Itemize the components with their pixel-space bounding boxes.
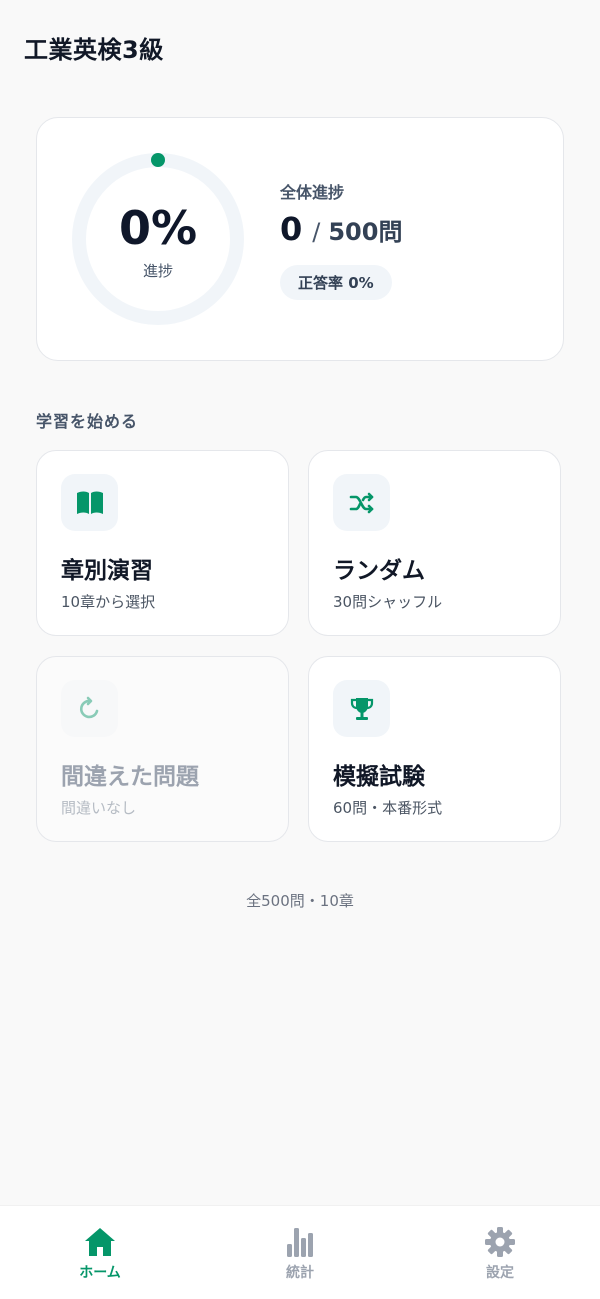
- tab-stats[interactable]: 統計: [200, 1206, 400, 1299]
- random-card[interactable]: ランダム 30問シャッフル: [308, 450, 561, 636]
- home-icon: [85, 1228, 115, 1256]
- bottom-tab-bar: ホーム 統計 設定: [0, 1205, 600, 1299]
- mode-subtitle: 60問・本番形式: [333, 799, 443, 817]
- footer-note: 全500問・10章: [246, 892, 354, 910]
- count-separator: /: [312, 218, 321, 246]
- mode-subtitle: 10章から選択: [61, 593, 156, 611]
- progress-percent-label: 進捗: [142, 262, 173, 280]
- tab-label: 設定: [486, 1265, 514, 1281]
- gear-icon: [485, 1227, 515, 1257]
- mode-subtitle: 間違いなし: [61, 799, 137, 817]
- trophy-icon: [333, 680, 390, 737]
- mode-title: 章別演習: [61, 558, 153, 584]
- tab-label: ホーム: [79, 1265, 121, 1281]
- tab-label: 統計: [286, 1265, 314, 1281]
- tab-home[interactable]: ホーム: [0, 1206, 200, 1299]
- mode-title: 間違えた問題: [61, 764, 199, 790]
- mode-title: ランダム: [333, 558, 425, 584]
- page-title: 工業英検3級: [24, 36, 164, 64]
- overall-progress-label: 全体進捗: [280, 183, 345, 202]
- chapter-practice-card[interactable]: 章別演習 10章から選択: [36, 450, 289, 636]
- refresh-icon: [61, 680, 118, 737]
- section-heading: 学習を始める: [36, 412, 139, 431]
- progress-percent: 0%: [118, 201, 198, 255]
- question-count: 0 / 500問: [280, 210, 402, 248]
- accuracy-badge: 正答率 0%: [280, 265, 392, 300]
- progress-ring-indicator: [151, 153, 165, 167]
- tab-settings[interactable]: 設定: [400, 1206, 600, 1299]
- book-icon: [61, 474, 118, 531]
- bar-chart-icon: [287, 1228, 313, 1257]
- shuffle-icon: [333, 474, 390, 531]
- mock-exam-card[interactable]: 模擬試験 60問・本番形式: [308, 656, 561, 842]
- mode-subtitle: 30問シャッフル: [333, 593, 443, 611]
- completed-count: 0: [280, 210, 303, 248]
- mistakes-card: 間違えた問題 間違いなし: [36, 656, 289, 842]
- total-count: 500問: [328, 218, 403, 246]
- mode-title: 模擬試験: [333, 764, 425, 790]
